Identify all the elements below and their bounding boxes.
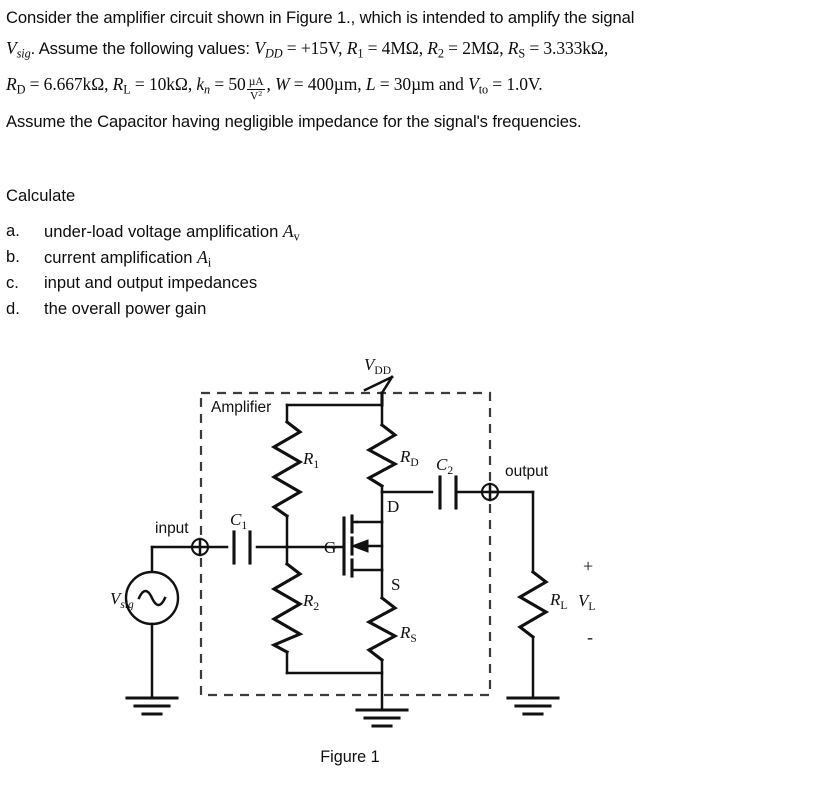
resistor-rd [365, 422, 399, 494]
r2-symbol: R2 [427, 38, 444, 61]
calculate-heading: Calculate [6, 186, 76, 205]
circuit-figure: VDD R1 R2 RD D G S RS C1 input Vsig C2 o… [0, 350, 831, 790]
ground-amplifier [355, 708, 409, 728]
vsig-symbol: Vsig [6, 38, 31, 61]
rd-symbol: RD [6, 74, 26, 97]
drain-node-label: D [387, 497, 399, 516]
vto-symbol: Vto [468, 74, 489, 97]
problem-statement: Consider the amplifier circuit shown in … [6, 2, 826, 137]
question-item-c: c. input and output impedances [6, 270, 426, 296]
question-marker: b. [6, 247, 20, 266]
l-value: = 30µm and [375, 74, 469, 95]
statement-line-4-text: Assume the Capacitor having negligible i… [6, 111, 582, 131]
vdd-label: VDD [364, 355, 391, 377]
r2-label: R2 [302, 591, 319, 613]
question-item-d: d. the overall power gain [6, 296, 426, 322]
capacitor-c1 [232, 530, 252, 565]
rl-label: RL [549, 590, 567, 612]
r1-label: R1 [302, 449, 319, 471]
statement-line-2-text: . Assume the following values: [30, 39, 255, 58]
rd-value: = 6.667kΩ, [25, 74, 113, 95]
statement-line-2: Vsig. Assume the following values: VDD =… [6, 33, 826, 69]
w-symbol: W [275, 74, 290, 95]
question-list: a. under-load voltage amplification Av b… [6, 218, 426, 322]
vto-value: = 1.0V. [488, 74, 543, 95]
kn-units-fraction: µA V2 [246, 76, 266, 103]
resistor-rl [516, 569, 550, 700]
kn-units-denominator: V2 [250, 88, 263, 103]
statement-line-1-text: Consider the amplifier circuit shown in … [6, 8, 635, 27]
vl-minus-sign: - [587, 627, 593, 647]
ai-symbol: Ai [197, 247, 212, 270]
vl-label: VL [578, 591, 595, 613]
l-symbol: L [365, 74, 376, 95]
source-label: S [391, 575, 400, 594]
r1-symbol: R1 [346, 38, 364, 61]
av-symbol: Av [282, 221, 300, 244]
question-marker: c. [6, 273, 19, 292]
kn-comma: , [266, 74, 275, 95]
statement-line-4: Assume the Capacitor having negligible i… [6, 106, 826, 137]
question-item-b: b. current amplification Ai [6, 244, 426, 270]
statement-line-1: Consider the amplifier circuit shown in … [6, 2, 826, 33]
nmos-arrow [350, 539, 369, 553]
question-text: current amplification Ai [44, 247, 212, 270]
question-text: input and output impedances [44, 273, 258, 292]
statement-line-3: RD = 6.667kΩ, RL = 10kΩ, kn = 50 µA V2, W … [6, 69, 826, 105]
vdd-terminal [363, 375, 394, 407]
rd-label: RD [399, 447, 419, 469]
output-label: output [505, 463, 549, 480]
question-item-a: a. under-load voltage amplification Av [6, 218, 426, 244]
question-marker: d. [6, 299, 20, 318]
question-marker: a. [6, 221, 20, 240]
amplifier-box-label: Amplifier [211, 399, 271, 416]
capacitor-c2 [438, 475, 458, 510]
vsig-source [124, 570, 180, 626]
kn-units-numerator: µA [246, 76, 266, 90]
r2-value: = 2MΩ, [443, 38, 508, 58]
vdd-value: = +15V, [282, 38, 347, 58]
rl-symbol: RL [112, 74, 131, 97]
rl-value: = 10kΩ, [130, 74, 197, 95]
problem-page: Consider the amplifier circuit shown in … [0, 0, 831, 790]
vdd-symbol: VDD [254, 38, 283, 61]
ground-load [506, 696, 560, 716]
circuit-schematic-svg: VDD R1 R2 RD D G S RS C1 input Vsig C2 o… [110, 355, 595, 728]
w-value: = 400µm, [289, 74, 366, 95]
input-label: input [155, 520, 189, 537]
r1-value: = 4MΩ, [363, 38, 428, 58]
resistor-r1 [270, 403, 304, 549]
kn-value: = 50 [210, 74, 246, 95]
figure-caption: Figure 1 [320, 748, 380, 766]
kn-symbol: kn [196, 74, 211, 97]
question-text: the overall power gain [44, 299, 207, 318]
rs-label: RS [399, 623, 417, 645]
rs-value: = 3.333kΩ, [525, 38, 609, 58]
input-terminal [190, 537, 210, 557]
nmos-transistor [342, 514, 384, 578]
question-text: under-load voltage amplification Av [44, 221, 300, 244]
ground-source [125, 696, 179, 716]
rs-symbol: RS [507, 38, 526, 61]
resistor-rs [365, 595, 399, 712]
c1-label: C1 [230, 510, 247, 532]
resistor-r2 [270, 545, 304, 675]
vl-plus-sign: + [583, 556, 593, 576]
c2-label: C2 [436, 455, 453, 477]
